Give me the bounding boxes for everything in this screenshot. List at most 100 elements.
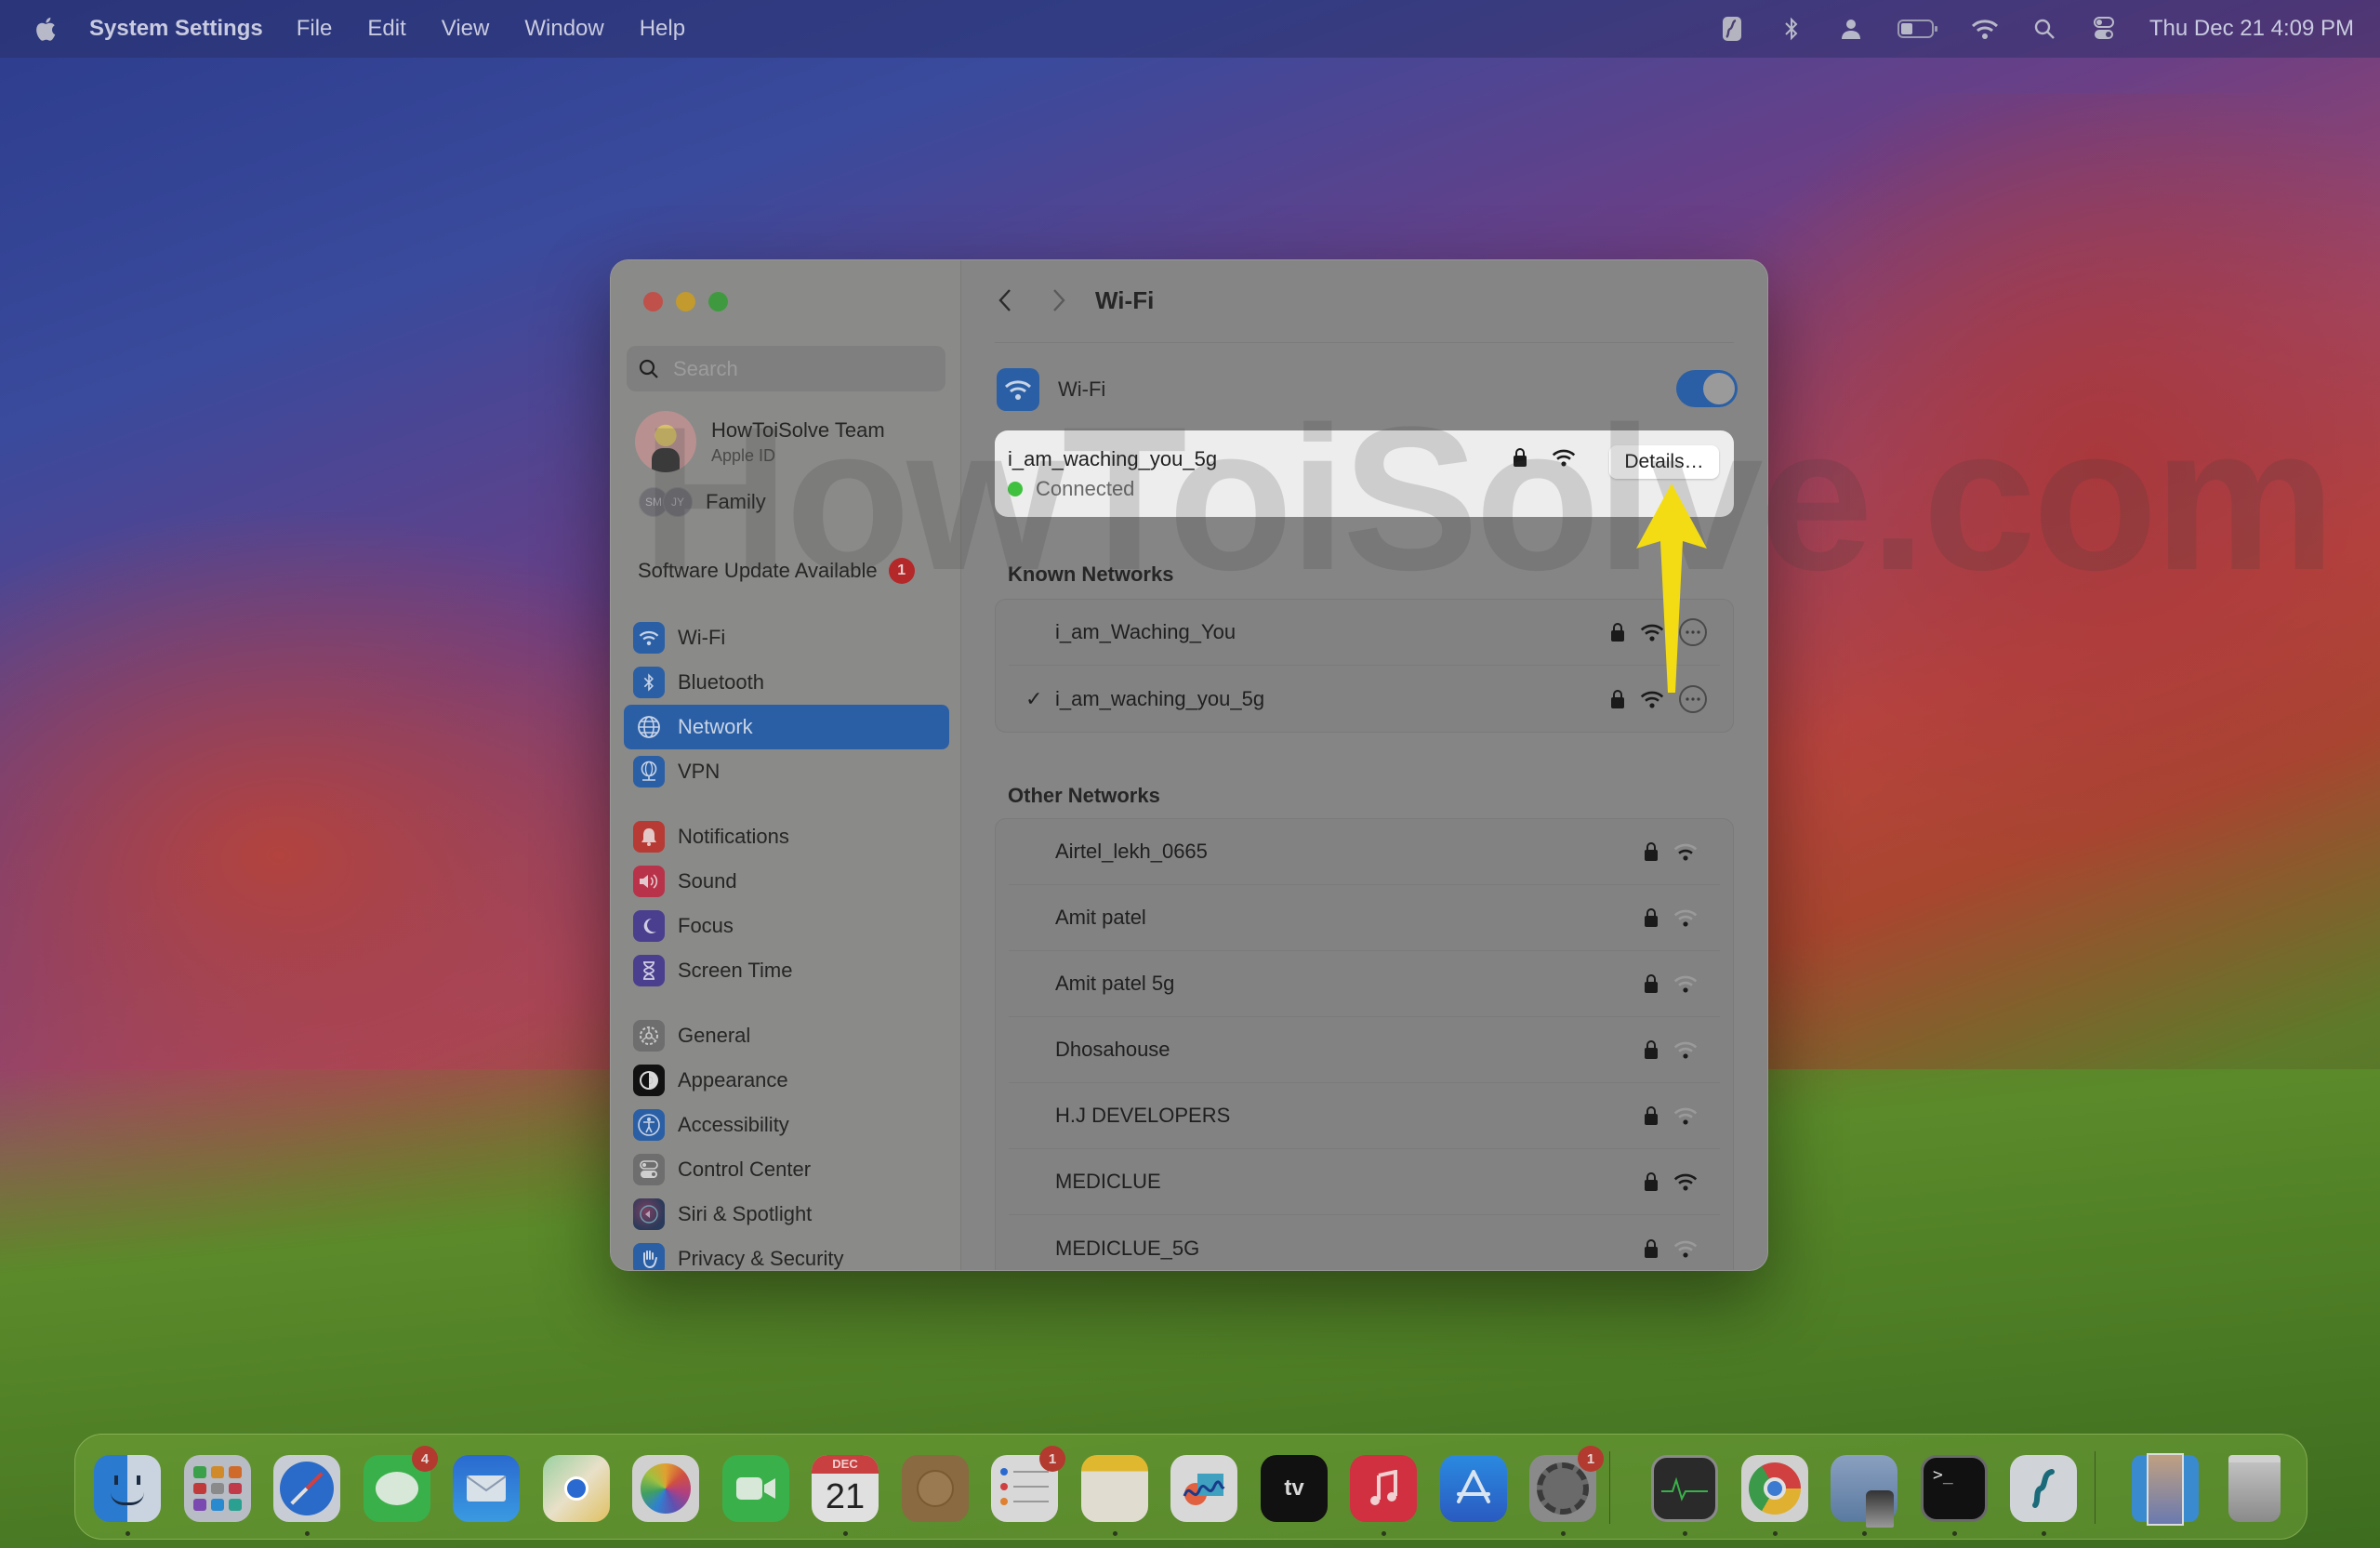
dock-item-reminders[interactable]: 1 (991, 1446, 1065, 1522)
menu-view[interactable]: View (442, 16, 490, 42)
sidebar-search-input[interactable]: Search (627, 346, 945, 391)
dock-item-surfshark[interactable] (2010, 1455, 2077, 1522)
notification-badge: 1 (1039, 1446, 1065, 1472)
dock-item-calendar[interactable]: DEC 21 (812, 1455, 879, 1522)
other-network-row[interactable]: H.J DEVELOPERS (1009, 1083, 1720, 1149)
known-network-row[interactable]: ✓ i_am_waching_you_5g (1009, 666, 1720, 732)
wifi-icon (633, 622, 665, 654)
dock-item-safari[interactable] (273, 1455, 340, 1522)
sidebar-item-sound[interactable]: Sound (624, 859, 949, 904)
sidebar-item-vpn[interactable]: VPN (624, 749, 949, 794)
dock-item-messages[interactable]: 4 (364, 1446, 438, 1522)
contacts-icon (902, 1455, 969, 1522)
notification-badge: 4 (412, 1446, 438, 1472)
dock: 4 DEC 21 1 tv 1 >_ (74, 1434, 2307, 1540)
dock-item-facetime[interactable] (722, 1455, 789, 1522)
menu-window[interactable]: Window (524, 16, 603, 42)
menu-clock[interactable]: Thu Dec 21 4:09 PM (2149, 16, 2354, 42)
software-update-item[interactable]: Software Update Available 1 (638, 558, 915, 584)
bluetooth-icon (633, 667, 665, 698)
main-panel: Wi-Fi Wi-Fi i_am_waching_you_5g Connecte… (961, 260, 1767, 1270)
sidebar-item-focus[interactable]: Focus (624, 904, 949, 948)
family-label: Family (706, 490, 766, 513)
sidebar-item-label: Appearance (678, 1068, 788, 1092)
vpn-globe-icon (633, 756, 665, 787)
battery-icon[interactable] (1897, 15, 1939, 43)
sidebar-item-screen-time[interactable]: Screen Time (624, 948, 949, 993)
bluetooth-icon[interactable] (1778, 15, 1805, 43)
sidebar-item-notifications[interactable]: Notifications (624, 814, 949, 859)
sidebar-item-control-center[interactable]: Control Center (624, 1147, 949, 1192)
dock-item-notes[interactable] (1081, 1455, 1148, 1522)
menu-file[interactable]: File (297, 16, 333, 42)
dock-item-trash[interactable] (2221, 1455, 2288, 1522)
running-indicator (2042, 1531, 2046, 1536)
other-network-row[interactable]: Airtel_lekh_0665 (1009, 819, 1720, 885)
software-update-label: Software Update Available (638, 559, 878, 582)
sidebar-item-siri-spotlight[interactable]: Siri & Spotlight (624, 1192, 949, 1237)
sidebar-item-bluetooth[interactable]: Bluetooth (624, 660, 949, 705)
dock-item-launchpad[interactable] (184, 1455, 251, 1522)
other-network-row[interactable]: Dhosahouse (1009, 1017, 1720, 1083)
activity-monitor-icon (1651, 1455, 1718, 1522)
wifi-signal-icon (1673, 1041, 1698, 1059)
close-button[interactable] (643, 292, 663, 311)
forward-button[interactable] (1045, 286, 1073, 314)
apple-logo-icon[interactable] (32, 15, 58, 43)
menu-app-name[interactable]: System Settings (89, 16, 263, 42)
dock-item-photos[interactable] (632, 1455, 699, 1522)
dock-item-music[interactable] (1350, 1455, 1417, 1522)
sidebar-item-general[interactable]: General (624, 1013, 949, 1058)
dock-item-google-chrome[interactable] (1741, 1455, 1808, 1522)
sidebar-item-network[interactable]: Network (624, 705, 949, 749)
dock-item-freeform[interactable] (1170, 1455, 1237, 1522)
menu-help[interactable]: Help (640, 16, 685, 42)
zoom-button[interactable] (708, 292, 728, 311)
dock-item-app-store[interactable] (1440, 1455, 1507, 1522)
dock-item-finder[interactable] (94, 1455, 161, 1522)
minimize-button[interactable] (676, 292, 695, 311)
sidebar-item-privacy-security[interactable]: Privacy & Security (624, 1237, 949, 1270)
connection-status: Connected (1008, 477, 1134, 501)
other-network-row[interactable]: Amit patel (1009, 885, 1720, 951)
other-network-row[interactable]: MEDICLUE (1009, 1149, 1720, 1215)
dock-item-mail[interactable] (453, 1455, 520, 1522)
control-center-icon[interactable] (2090, 15, 2118, 43)
wifi-signal-icon (1673, 1107, 1698, 1125)
wifi-icon[interactable] (1971, 15, 1999, 43)
running-indicator (1952, 1531, 1957, 1536)
dock-item-terminal[interactable]: >_ (1921, 1455, 1988, 1522)
wifi-toggle[interactable] (1676, 370, 1738, 407)
dock-item-system-settings[interactable]: 1 (1529, 1446, 1604, 1522)
spotlight-search-icon[interactable] (2030, 15, 2058, 43)
apple-id-profile[interactable]: HowToiSolve Team Apple ID (635, 411, 885, 472)
dock-item-apple-tv[interactable]: tv (1261, 1455, 1328, 1522)
dock-item-downloads[interactable] (2132, 1453, 2199, 1526)
dock-item-activity-monitor[interactable] (1651, 1455, 1718, 1522)
menu-edit[interactable]: Edit (367, 16, 405, 42)
running-indicator (1862, 1531, 1867, 1536)
sidebar-item-wifi[interactable]: Wi-Fi (624, 615, 949, 660)
speaker-icon (633, 866, 665, 897)
apple-tv-icon: tv (1261, 1455, 1328, 1522)
details-button[interactable]: Details… (1609, 445, 1719, 479)
dock-item-contacts[interactable] (902, 1455, 969, 1522)
sidebar-item-appearance[interactable]: Appearance (624, 1058, 949, 1103)
family-item[interactable]: SM JY Family (639, 487, 766, 517)
known-network-row[interactable]: i_am_Waching_You (1009, 600, 1720, 666)
back-button[interactable] (991, 286, 1019, 314)
update-badge: 1 (888, 558, 915, 584)
lock-icon (1645, 908, 1658, 927)
user-icon[interactable] (1837, 15, 1865, 43)
calendar-icon: DEC 21 (812, 1455, 879, 1522)
safari-icon (273, 1455, 340, 1522)
preview-icon (1831, 1455, 1897, 1528)
sidebar-item-accessibility[interactable]: Accessibility (624, 1103, 949, 1147)
dock-item-maps[interactable] (543, 1455, 610, 1522)
surfshark-icon[interactable] (1718, 15, 1746, 43)
running-indicator (1561, 1531, 1566, 1536)
dock-item-preview[interactable] (1831, 1455, 1897, 1528)
other-network-row[interactable]: Amit patel 5g (1009, 951, 1720, 1017)
freeform-icon (1170, 1455, 1237, 1522)
other-network-row[interactable]: MEDICLUE_5G (1009, 1215, 1720, 1270)
